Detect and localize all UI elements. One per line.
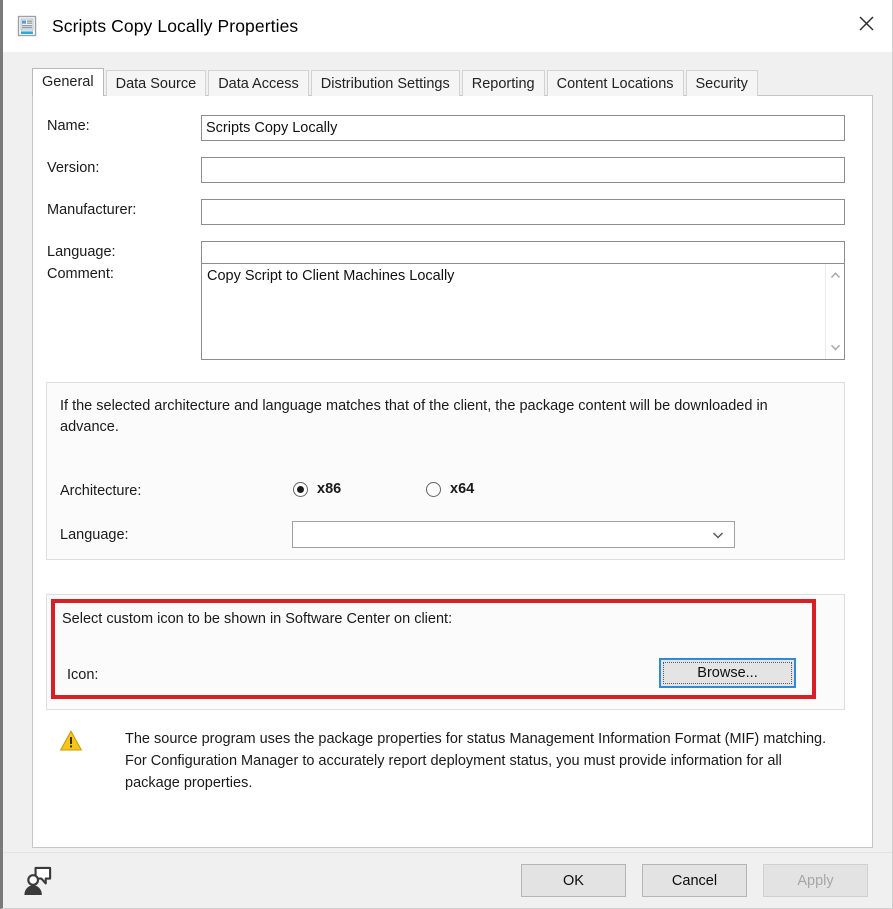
apply-button: Apply <box>763 864 868 897</box>
tab-label: Data Access <box>218 76 299 92</box>
dialog-footer: OK Cancel Apply <box>3 852 892 908</box>
close-button[interactable] <box>840 0 892 46</box>
tab-label: Data Source <box>115 76 197 92</box>
manufacturer-label: Manufacturer: <box>47 202 137 218</box>
window-title: Scripts Copy Locally Properties <box>52 15 299 36</box>
comment-label: Comment: <box>47 266 114 282</box>
tab-security[interactable]: Security <box>685 70 758 96</box>
radio-x64[interactable]: x64 <box>426 481 474 497</box>
radio-x64-label: x64 <box>450 481 475 497</box>
cancel-button-label: Cancel <box>671 872 718 889</box>
tab-label: Content Locations <box>556 76 674 92</box>
manufacturer-field-row: Manufacturer: <box>33 199 872 225</box>
language-label: Language: <box>47 244 116 260</box>
custom-icon-description: Select custom icon to be shown in Softwa… <box>62 611 453 627</box>
properties-document-icon <box>16 15 38 37</box>
title-bar: Scripts Copy Locally Properties <box>3 0 892 52</box>
comment-textarea[interactable] <box>202 264 826 359</box>
radio-x86-label: x86 <box>317 481 342 497</box>
mif-warning: The source program uses the package prop… <box>46 728 836 794</box>
mif-warning-text: The source program uses the package prop… <box>125 731 827 791</box>
tab-distribution-settings[interactable]: Distribution Settings <box>310 70 460 96</box>
person-feedback-icon[interactable] <box>22 865 53 896</box>
chevron-down-icon <box>712 531 724 539</box>
tab-content-locations[interactable]: Content Locations <box>546 70 684 96</box>
radio-selected-icon <box>293 481 308 497</box>
architecture-language-dropdown[interactable] <box>292 521 735 548</box>
architecture-description: If the selected architecture and languag… <box>60 398 768 435</box>
icon-label: Icon: <box>67 667 99 683</box>
ok-button[interactable]: OK <box>521 864 626 897</box>
tab-label: Distribution Settings <box>320 76 450 92</box>
custom-icon-group: Select custom icon to be shown in Softwa… <box>46 594 845 710</box>
chevron-down-icon <box>830 344 840 351</box>
close-icon <box>859 16 873 30</box>
browse-button-label: Browse... <box>663 662 792 684</box>
architecture-language-label: Language: <box>60 527 129 543</box>
tab-label: Reporting <box>471 76 535 92</box>
tab-strip: General Data Source Data Access Distribu… <box>32 68 892 96</box>
name-input[interactable] <box>201 115 845 141</box>
architecture-label: Architecture: <box>60 483 142 499</box>
tab-data-access[interactable]: Data Access <box>208 70 309 96</box>
chevron-up-icon <box>830 272 840 279</box>
cancel-button[interactable]: Cancel <box>642 864 747 897</box>
radio-x86[interactable]: x86 <box>293 481 341 497</box>
radio-unselected-icon <box>426 481 441 497</box>
comment-scrollbar[interactable] <box>825 264 844 359</box>
tab-label: General <box>42 74 94 90</box>
version-field-row: Version: <box>33 157 872 183</box>
general-tab-panel: Name: Version: Manufacturer: Language: C… <box>32 95 873 848</box>
manufacturer-input[interactable] <box>201 199 845 225</box>
tab-general[interactable]: General <box>32 68 104 96</box>
tab-data-source[interactable]: Data Source <box>105 70 207 96</box>
version-input[interactable] <box>201 157 845 183</box>
tab-reporting[interactable]: Reporting <box>461 70 545 96</box>
architecture-group: If the selected architecture and languag… <box>46 382 845 560</box>
version-label: Version: <box>47 160 100 176</box>
browse-button[interactable]: Browse... <box>659 658 796 688</box>
ok-button-label: OK <box>563 872 584 889</box>
name-field-row: Name: <box>33 115 872 141</box>
warning-triangle-icon <box>59 730 83 751</box>
name-label: Name: <box>47 118 90 134</box>
comment-box <box>201 263 845 360</box>
properties-dialog: Scripts Copy Locally Properties General … <box>0 0 893 909</box>
tab-label: Security <box>695 76 748 92</box>
apply-button-label: Apply <box>797 872 834 889</box>
